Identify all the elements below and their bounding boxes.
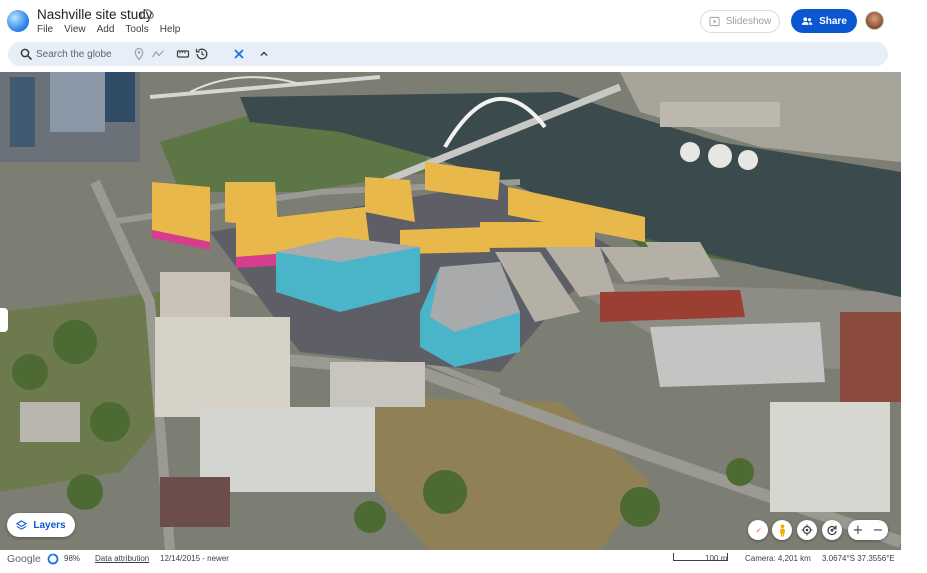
search-icon[interactable] (20, 48, 32, 60)
data-attribution-link[interactable]: Data attribution (95, 554, 149, 563)
tower (105, 72, 135, 122)
rotate-view-button[interactable] (822, 520, 842, 540)
path-icon[interactable] (151, 47, 165, 61)
history-icon[interactable] (195, 47, 209, 61)
pegman-icon (779, 523, 785, 537)
zoom-in-button[interactable]: + (853, 523, 864, 538)
google-logo: Google (7, 553, 41, 565)
menu-add[interactable]: Add (97, 24, 115, 35)
compass-icon (755, 526, 762, 533)
tree (12, 354, 48, 390)
search-input[interactable] (36, 46, 136, 62)
tower (10, 77, 35, 147)
my-location-button[interactable] (797, 520, 817, 540)
residential-building (770, 402, 890, 512)
tree (354, 501, 386, 533)
loading-spinner-icon (47, 553, 59, 565)
tree (620, 487, 660, 527)
storage-tank (708, 144, 732, 168)
menu-tools[interactable]: Tools (125, 24, 148, 35)
status-bar: Google 98% Data attribution 12/14/2015 -… (0, 550, 927, 573)
chevron-up-icon[interactable] (257, 47, 271, 61)
layers-button[interactable]: Layers (7, 513, 75, 537)
side-panel-handle[interactable] (0, 308, 8, 332)
map-viewport[interactable] (0, 72, 901, 550)
compass-button[interactable] (748, 520, 768, 540)
scale-label: 100 m (705, 554, 728, 563)
brick-building (840, 312, 901, 402)
ruler-icon[interactable] (176, 47, 190, 61)
massing-block-yellow (480, 222, 595, 248)
cloud-saved-icon (140, 9, 154, 19)
layers-label: Layers (33, 519, 66, 531)
house (160, 477, 230, 527)
brick-building (600, 290, 745, 322)
warehouse (660, 102, 780, 127)
tree (726, 458, 754, 486)
storage-tank (680, 142, 700, 162)
tree (53, 320, 97, 364)
menu-bar: File View Add Tools Help (37, 24, 180, 35)
office-building (650, 322, 825, 387)
people-icon (801, 17, 813, 25)
share-button[interactable]: Share (791, 9, 857, 33)
cursor-coordinates: 3.0674°S 37.3556°E (822, 554, 895, 563)
menu-help[interactable]: Help (160, 24, 181, 35)
layers-icon (16, 519, 28, 530)
rotate-icon (827, 525, 837, 536)
project-title[interactable]: Nashville site study (37, 7, 153, 22)
camera-altitude: Camera: 4,201 km (745, 554, 811, 563)
tree (67, 474, 103, 510)
menu-view[interactable]: View (64, 24, 86, 35)
house (20, 402, 80, 442)
menu-file[interactable]: File (37, 24, 53, 35)
tree (423, 470, 467, 514)
share-label: Share (819, 15, 847, 27)
zoom-out-button[interactable]: − (873, 523, 884, 538)
satellite-icon[interactable] (232, 47, 246, 61)
loading-percent: 98% (64, 554, 81, 563)
slideshow-label: Slideshow (725, 16, 772, 27)
loading-progress-arc (47, 553, 59, 565)
location-icon (801, 524, 813, 536)
slideshow-icon (709, 16, 720, 27)
placemark-icon[interactable] (132, 47, 146, 61)
apartment-building (155, 317, 290, 417)
map-3d-scene (0, 72, 901, 550)
storage-tank (738, 150, 758, 170)
tree (90, 402, 130, 442)
tower (50, 72, 105, 132)
building (330, 362, 425, 407)
pegman-button[interactable] (772, 520, 792, 540)
zoom-control: + − (848, 520, 888, 540)
apartment-building (160, 272, 230, 317)
slideshow-button[interactable]: Slideshow (700, 10, 780, 33)
top-bar: Nashville site study File View Add Tools… (0, 0, 927, 40)
search-toolbar (8, 42, 888, 66)
imagery-date: 12/14/2015 - newer (160, 554, 229, 563)
user-avatar[interactable] (865, 11, 884, 30)
earth-logo-icon[interactable] (7, 10, 29, 32)
